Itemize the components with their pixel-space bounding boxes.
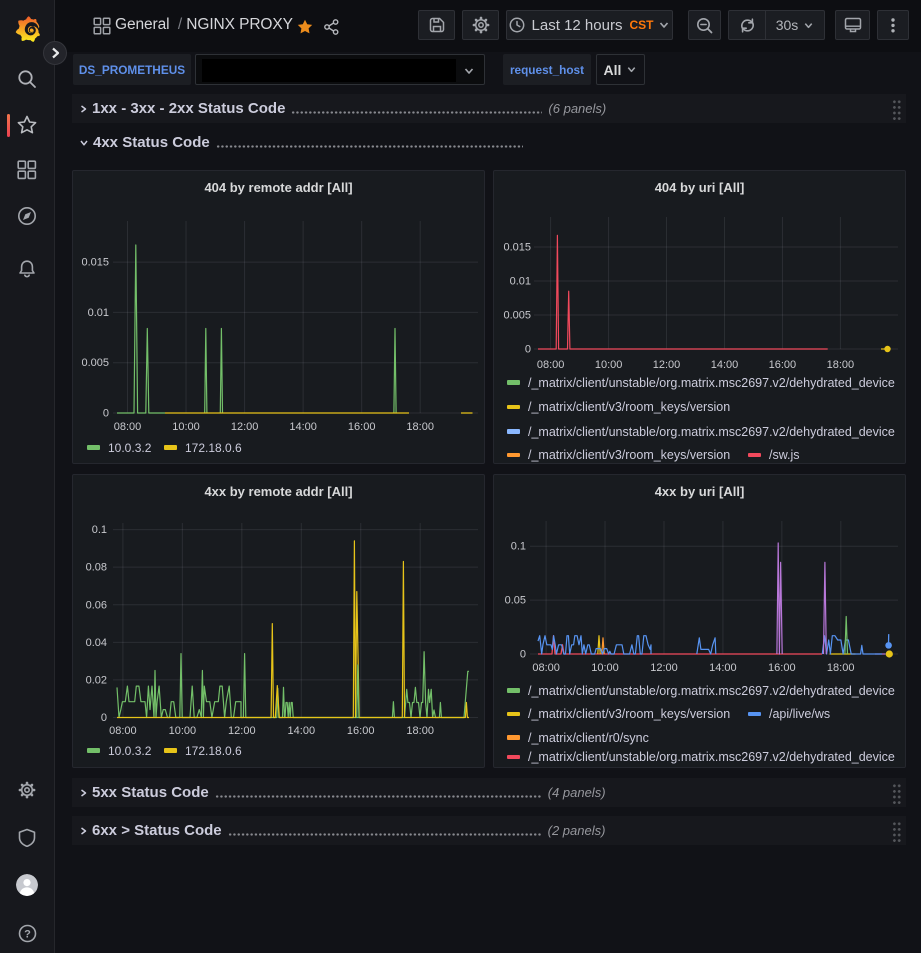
svg-text:0.1: 0.1 (92, 524, 107, 536)
svg-text:12:00: 12:00 (653, 359, 681, 371)
svg-text:14:00: 14:00 (289, 421, 317, 433)
svg-text:0: 0 (103, 408, 109, 420)
svg-text:16:00: 16:00 (768, 662, 796, 674)
svg-text:0: 0 (101, 712, 107, 724)
svg-text:12:00: 12:00 (228, 725, 256, 737)
svg-text:0: 0 (525, 344, 531, 356)
svg-text:18:00: 18:00 (406, 421, 434, 433)
svg-text:08:00: 08:00 (109, 725, 137, 737)
svg-text:14:00: 14:00 (711, 359, 739, 371)
svg-text:0.05: 0.05 (505, 595, 526, 607)
svg-text:16:00: 16:00 (347, 725, 375, 737)
svg-text:14:00: 14:00 (288, 725, 316, 737)
svg-text:18:00: 18:00 (827, 359, 855, 371)
svg-text:10:00: 10:00 (591, 662, 619, 674)
svg-text:0.01: 0.01 (510, 276, 531, 288)
svg-text:12:00: 12:00 (650, 662, 678, 674)
svg-text:0.015: 0.015 (503, 242, 531, 254)
svg-text:0.01: 0.01 (88, 307, 109, 319)
svg-text:08:00: 08:00 (114, 421, 142, 433)
svg-text:16:00: 16:00 (348, 421, 376, 433)
svg-text:12:00: 12:00 (231, 421, 259, 433)
svg-text:18:00: 18:00 (406, 725, 434, 737)
svg-text:0: 0 (520, 649, 526, 661)
svg-text:0.1: 0.1 (511, 541, 526, 553)
svg-text:0.005: 0.005 (81, 357, 109, 369)
svg-text:10:00: 10:00 (172, 421, 200, 433)
svg-text:18:00: 18:00 (827, 662, 855, 674)
svg-text:0.02: 0.02 (86, 674, 107, 686)
svg-text:0.04: 0.04 (86, 637, 107, 649)
svg-text:08:00: 08:00 (537, 359, 565, 371)
svg-text:16:00: 16:00 (769, 359, 797, 371)
svg-text:0.08: 0.08 (86, 562, 107, 574)
svg-text:10:00: 10:00 (169, 725, 197, 737)
svg-text:08:00: 08:00 (532, 662, 560, 674)
svg-text:14:00: 14:00 (709, 662, 737, 674)
svg-text:0.015: 0.015 (81, 257, 109, 269)
svg-text:10:00: 10:00 (595, 359, 623, 371)
svg-text:0.005: 0.005 (503, 310, 531, 322)
svg-text:0.06: 0.06 (86, 599, 107, 611)
svg-text:?: ? (24, 928, 31, 940)
